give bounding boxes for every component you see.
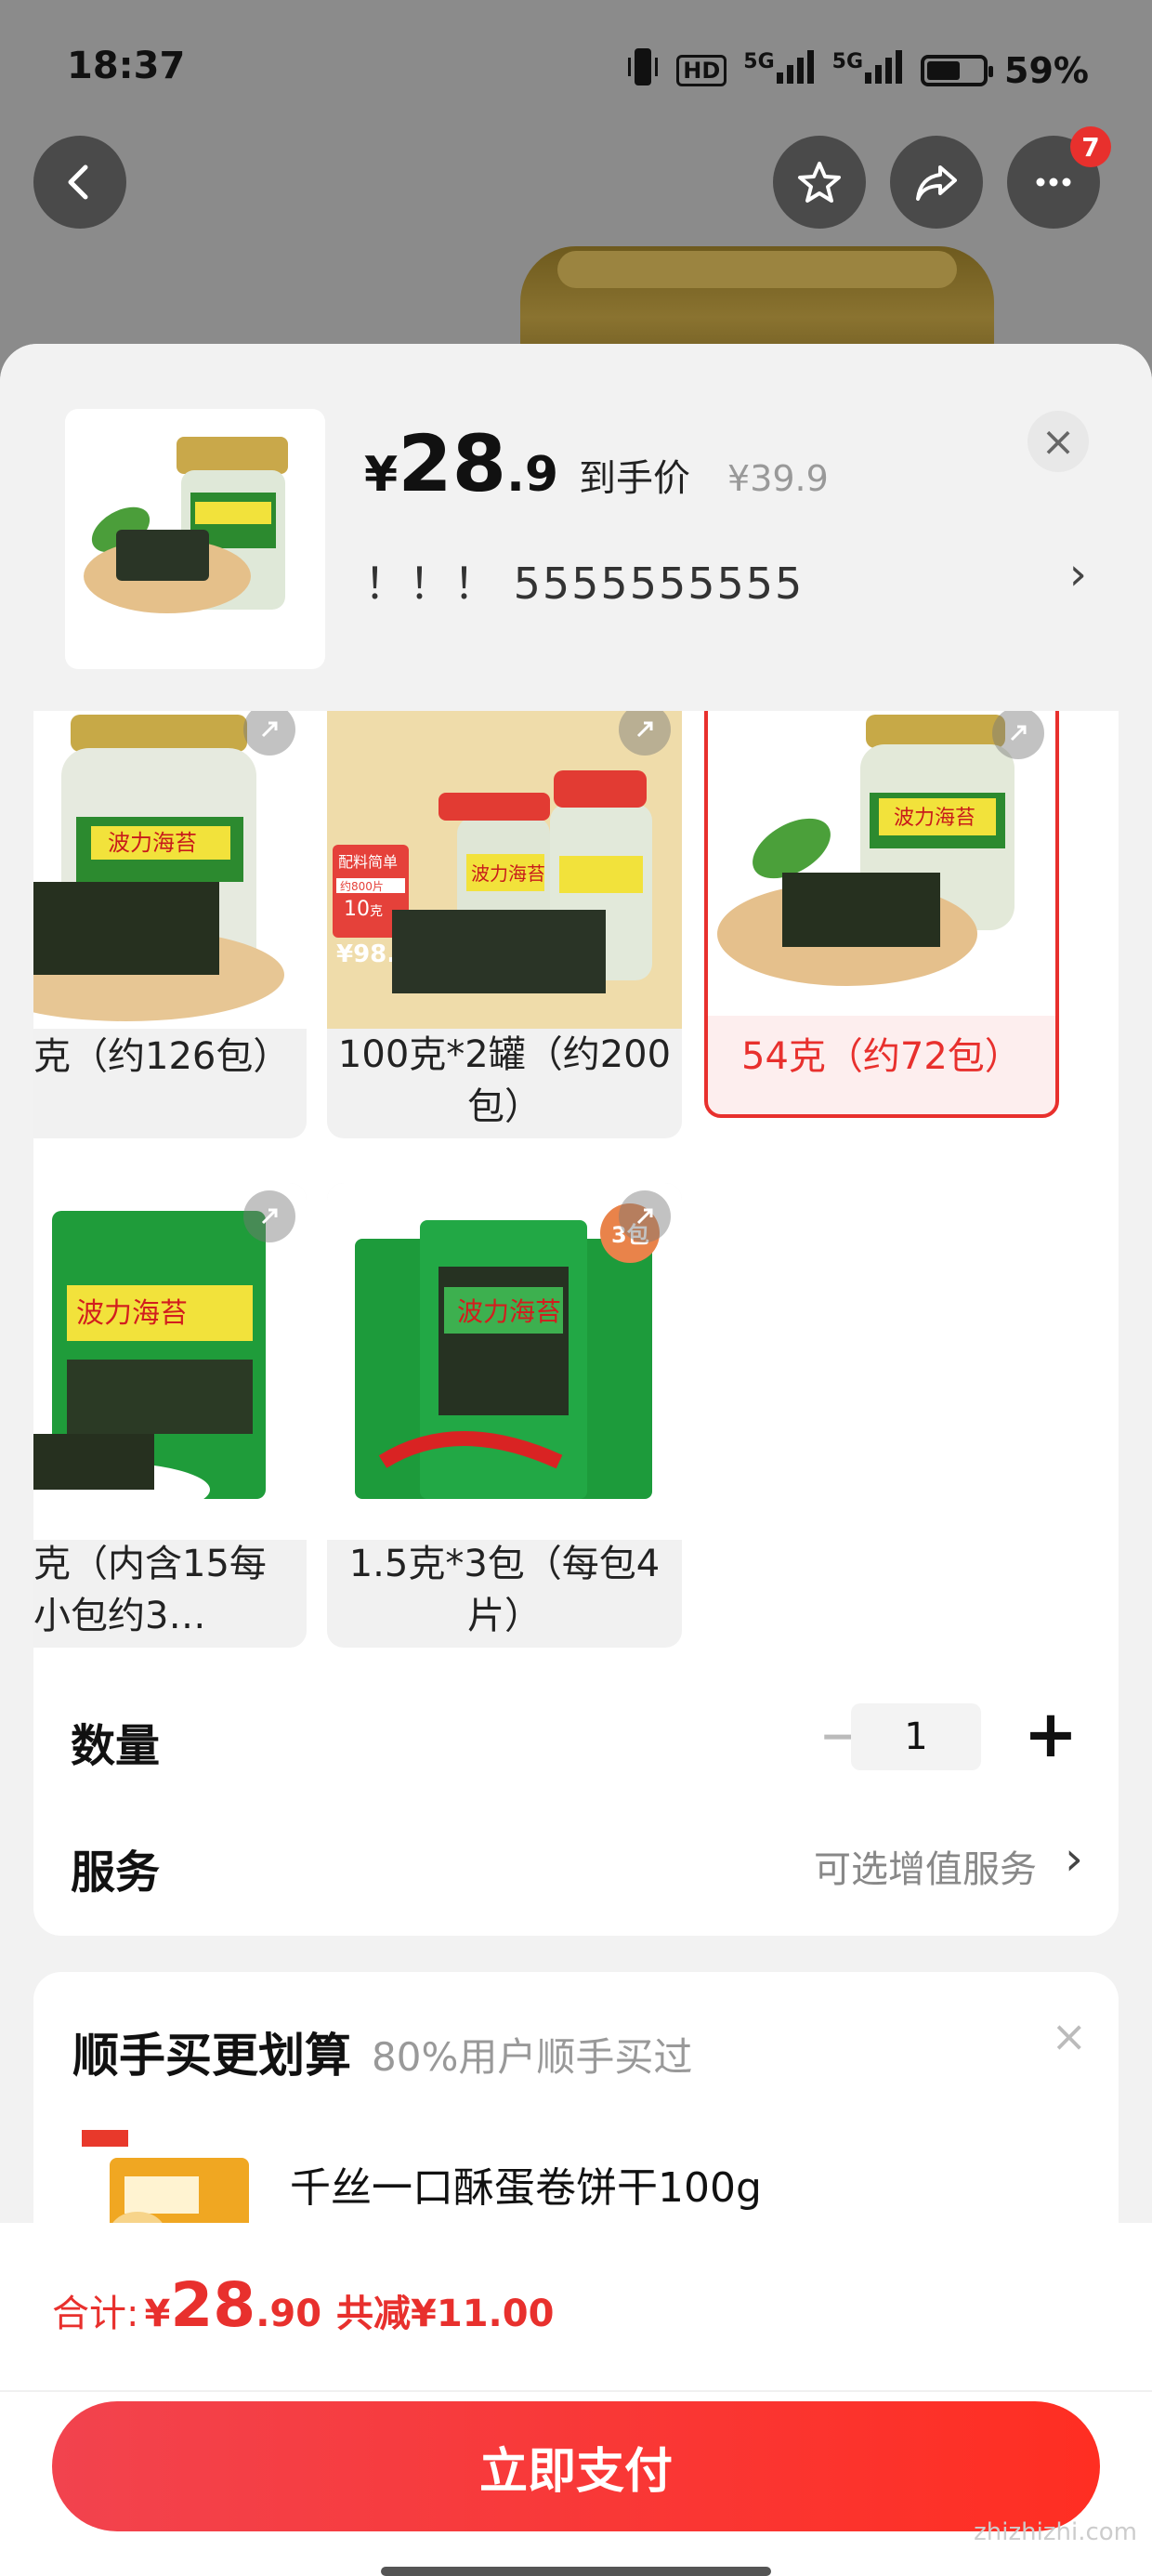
expand-icon[interactable] xyxy=(619,1190,671,1242)
option-image: 波力海苔 xyxy=(708,711,1055,1016)
status-time: 18:37 xyxy=(67,45,186,87)
vibrate-icon xyxy=(626,46,660,95)
svg-text:波力海苔: 波力海苔 xyxy=(457,1296,561,1327)
signal1-label: 5G xyxy=(743,50,775,73)
discount-text: 共减¥11.00 xyxy=(336,2293,555,2335)
more-button[interactable]: 7 xyxy=(1007,126,1111,229)
quantity-label: 数量 xyxy=(71,1720,161,1772)
total-decimal: .90 xyxy=(255,2293,322,2335)
back-button[interactable] xyxy=(33,136,126,229)
divider xyxy=(0,2390,1152,2392)
share-icon xyxy=(916,165,957,201)
hd-icon: HD xyxy=(676,55,727,86)
price-label: 到手价 xyxy=(579,457,691,500)
addon-item-name[interactable]: 千丝一口酥蛋卷饼干100g xyxy=(290,2154,762,2214)
battery-percent: 59% xyxy=(1004,50,1089,91)
quantity-increment-button[interactable]: + xyxy=(1018,1696,1083,1772)
svg-text:约800片: 约800片 xyxy=(340,879,384,893)
quantity-row: 数量 − 1 + xyxy=(71,1696,1083,1780)
product-summary: ¥ 28 .9 到手价 ¥39.9 ！！！ 5555555555 › × xyxy=(0,344,1152,711)
service-label: 服务 xyxy=(71,1847,161,1899)
home-indicator[interactable] xyxy=(381,2567,771,2576)
pay-now-button[interactable]: 立即支付 xyxy=(52,2401,1100,2531)
option-label: 1.5克*3包（每包4片） xyxy=(348,1543,661,1637)
original-price: ¥39.9 xyxy=(727,458,829,499)
option-image: 波力海苔 3包 xyxy=(327,1183,682,1540)
sku-selector-sheet: ¥ 28 .9 到手价 ¥39.9 ！！！ 5555555555 › × 波力海… xyxy=(0,344,1152,2576)
option-label: 54克（约72包） xyxy=(741,1035,1022,1078)
selected-variant-text[interactable]: ！！！ 5555555555 xyxy=(364,550,804,611)
total-row: 合计: ¥ 28 .90 共减¥11.00 xyxy=(52,2269,554,2341)
option-image: 波力海苔 xyxy=(33,1183,307,1540)
expand-icon[interactable] xyxy=(243,1190,295,1242)
option-label: 100克*2罐（约200包） xyxy=(337,1033,672,1128)
addon-title: 顺手买更划算 xyxy=(72,2029,351,2083)
status-icons: HD 5G 5G 59% xyxy=(626,46,1089,95)
svg-text:波力海苔: 波力海苔 xyxy=(471,862,545,885)
option-card[interactable]: 波力海苔 克（约126包） xyxy=(33,711,307,1138)
addon-subtitle: 80%用户顺手买过 xyxy=(372,2034,693,2080)
option-card[interactable]: 波力海苔 3包 1.5克*3包（每包4片） xyxy=(327,1183,682,1648)
option-image: 配料简单 约800片 10克 ¥98.8 波力海苔 xyxy=(327,711,682,1029)
battery-icon xyxy=(921,55,994,86)
total-symbol: ¥ xyxy=(144,2293,171,2335)
signal2-label: 5G xyxy=(831,50,864,73)
close-icon: × xyxy=(1041,417,1076,466)
svg-text:波力海苔: 波力海苔 xyxy=(108,830,197,856)
checkout-bar: 合计: ¥ 28 .90 共减¥11.00 立即支付 zhizhizhi.com xyxy=(0,2223,1152,2576)
option-card[interactable]: 配料简单 约800片 10克 ¥98.8 波力海苔 100克*2罐（约200包） xyxy=(327,711,682,1138)
option-image: 波力海苔 xyxy=(33,711,307,1029)
chevron-right-icon[interactable]: › xyxy=(1069,548,1087,600)
option-label: 克（约126包） xyxy=(33,1035,291,1078)
favorite-button[interactable] xyxy=(773,136,866,229)
addon-recommendation: 顺手买更划算 80%用户顺手买过 × 千丝一口酥蛋卷饼干100g xyxy=(33,1972,1119,2251)
service-hint: 可选增值服务 xyxy=(814,1848,1037,1891)
option-label: 克（内含15每小包约3… xyxy=(33,1543,267,1637)
option-card-selected[interactable]: 波力海苔 54克（约72包） xyxy=(704,711,1059,1118)
message-badge: 7 xyxy=(1070,126,1111,167)
jar-lid-rim xyxy=(557,251,957,288)
chevron-left-icon xyxy=(68,164,88,200)
total-integer: 28 xyxy=(170,2269,256,2341)
status-bar: 18:37 HD 5G 5G 59% xyxy=(0,0,1152,139)
more-dots-icon xyxy=(1036,177,1071,187)
total-label: 合计: xyxy=(52,2293,139,2335)
signal-5g-icon: 5G xyxy=(743,50,815,91)
options-panel: 波力海苔 克（约126包） 配料简单 约800片 10克 ¥98.8 波力海苔 … xyxy=(33,711,1119,1936)
star-icon xyxy=(798,162,841,203)
price-decimal: .9 xyxy=(506,447,559,503)
price-integer: 28 xyxy=(398,418,507,509)
svg-text:配料简单: 配料简单 xyxy=(338,853,398,871)
price-symbol: ¥ xyxy=(364,447,399,503)
svg-text:波力海苔: 波力海苔 xyxy=(76,1297,188,1330)
product-thumbnail[interactable] xyxy=(65,409,325,669)
price-row: ¥ 28 .9 到手价 ¥39.9 xyxy=(364,418,829,509)
service-row[interactable]: 服务 可选增值服务 › xyxy=(71,1826,1083,1900)
quantity-input[interactable]: 1 xyxy=(851,1703,981,1770)
option-card[interactable]: 波力海苔 克（内含15每小包约3… xyxy=(33,1183,307,1648)
watermark: zhizhizhi.com xyxy=(974,2518,1137,2546)
addon-close-icon[interactable]: × xyxy=(1051,2011,1087,2061)
share-button[interactable] xyxy=(890,136,983,229)
close-button[interactable]: × xyxy=(1028,411,1089,472)
chevron-right-icon: › xyxy=(1065,1832,1083,1886)
svg-text:波力海苔: 波力海苔 xyxy=(894,807,975,830)
signal-5g-icon-2: 5G xyxy=(832,50,904,91)
